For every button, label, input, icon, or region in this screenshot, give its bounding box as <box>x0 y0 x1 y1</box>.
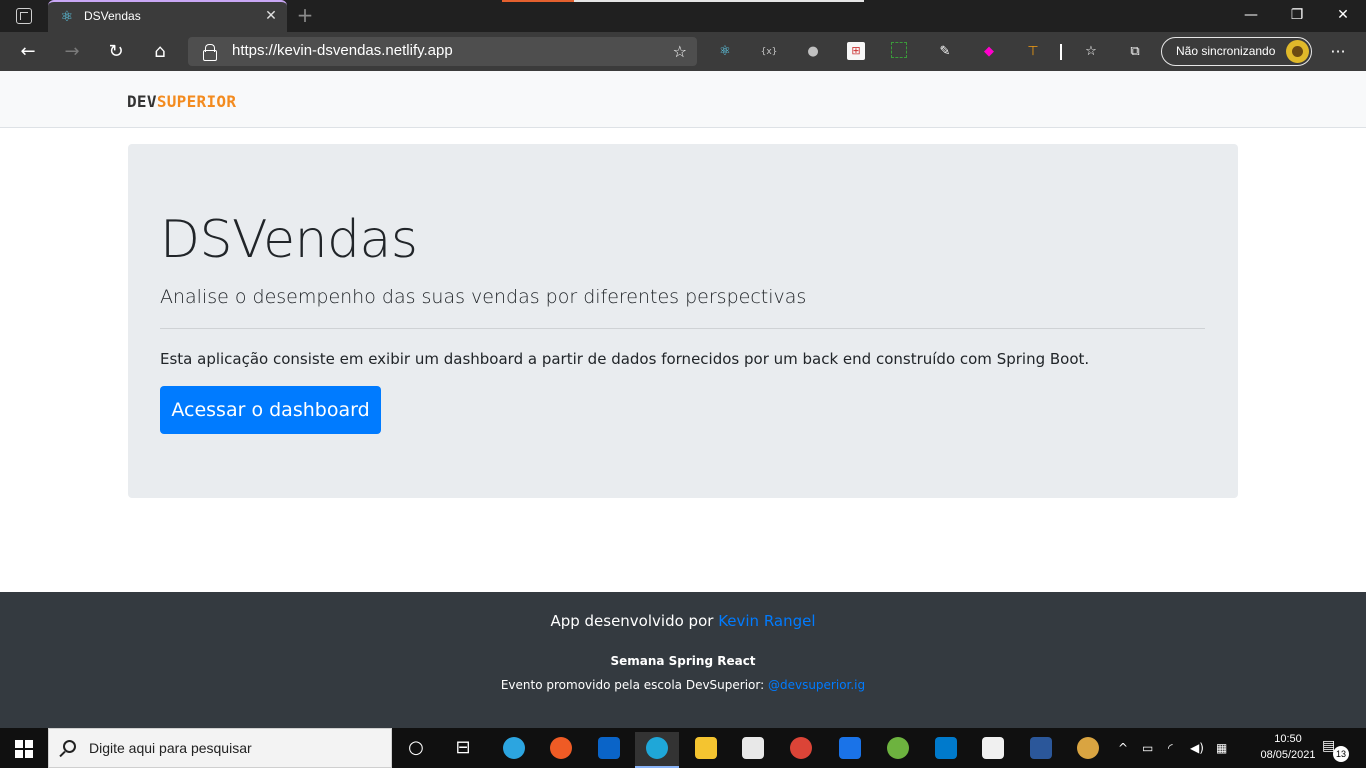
url-text[interactable]: https://kevin-dsvendas.netlify.app <box>232 42 453 59</box>
volume-icon[interactable]: ◀) <box>1190 728 1204 768</box>
color-picker-icon[interactable]: ◆ <box>979 42 999 62</box>
taskbar-search-input[interactable]: Digite aqui para pesquisar <box>48 728 392 768</box>
wifi-icon[interactable]: ◜ <box>1168 728 1173 768</box>
tab-actions-icon[interactable] <box>16 8 32 24</box>
page-lead: Analise o desempenho das suas vendas por… <box>160 286 807 308</box>
site-navbar: DEVSUPERIOR <box>0 71 1366 128</box>
file-explorer-icon[interactable] <box>684 732 728 768</box>
browser-title-bar: ⚛ DSVendas ✕ + — ❐ ✕ <box>0 0 1366 32</box>
word-icon[interactable] <box>1019 732 1063 768</box>
toolbar-separator <box>1060 44 1062 60</box>
collections-icon[interactable]: ⧉ <box>1125 42 1145 62</box>
add-favorite-icon[interactable]: ☆ <box>673 42 687 61</box>
access-dashboard-button[interactable]: Acessar o dashboard <box>160 386 381 434</box>
page-load-progress <box>502 0 864 2</box>
divider <box>160 328 1205 329</box>
org-chart-extension-icon[interactable]: ⊞ <box>847 42 865 60</box>
reload-icon[interactable]: ↻ <box>102 38 130 66</box>
profile-button[interactable]: Não sincronizando <box>1161 37 1312 66</box>
home-icon[interactable]: ⌂ <box>146 38 174 66</box>
favorites-icon[interactable]: ☆ <box>1081 42 1101 62</box>
author-link[interactable]: Kevin Rangel <box>718 612 815 630</box>
browser-toolbar: ← → ↻ ⌂ https://kevin-dsvendas.netlify.a… <box>0 32 1366 71</box>
profile-avatar <box>1286 40 1309 63</box>
browser-tab-dsvendas[interactable]: ⚛ DSVendas ✕ <box>48 0 287 32</box>
address-bar[interactable]: https://kevin-dsvendas.netlify.app ☆ <box>188 37 697 66</box>
json-viewer-icon[interactable]: {x} <box>759 42 779 62</box>
postman-icon[interactable] <box>539 732 583 768</box>
chrome-icon[interactable] <box>779 732 823 768</box>
mail-icon[interactable] <box>828 732 872 768</box>
task-view-icon[interactable]: ⊟ <box>441 732 485 768</box>
edge-icon[interactable] <box>635 732 679 768</box>
footer-event-title: Semana Spring React <box>610 654 756 668</box>
react-favicon-icon: ⚛ <box>60 9 74 25</box>
restore-icon[interactable]: ❐ <box>1274 0 1320 30</box>
footer-event-info: Evento promovido pela escola DevSuperior… <box>0 678 1366 692</box>
telegram-icon[interactable] <box>492 732 536 768</box>
logo-superior-text: SUPERIOR <box>156 92 237 111</box>
hero-jumbotron: DSVendas Analise o desempenho das suas v… <box>128 144 1238 498</box>
forward-arrow-icon[interactable]: → <box>58 38 86 66</box>
footer-credit-prefix: App desenvolvido por <box>550 612 719 630</box>
instagram-link[interactable]: @devsuperior.ig <box>768 678 865 692</box>
search-placeholder: Digite aqui para pesquisar <box>89 740 252 756</box>
pen-extension-icon[interactable]: ✎ <box>935 42 955 62</box>
vscode-icon[interactable] <box>924 732 968 768</box>
profile-sync-label: Não sincronizando <box>1176 44 1276 58</box>
back-arrow-icon[interactable]: ← <box>14 38 42 66</box>
url-host: kevin-dsvendas.netlify.app <box>277 42 453 59</box>
tool-extension-icon[interactable]: ⊤ <box>1023 42 1043 62</box>
mouse-extension-icon[interactable]: ● <box>803 42 823 62</box>
new-tab-icon[interactable]: + <box>294 5 316 27</box>
paint-icon[interactable] <box>1066 732 1110 768</box>
windows-start-icon[interactable] <box>0 728 48 768</box>
minimize-icon[interactable]: — <box>1228 0 1274 30</box>
notification-count-badge: 13 <box>1333 746 1349 762</box>
tab-close-icon[interactable]: ✕ <box>263 8 279 24</box>
spring-tool-suite-icon[interactable] <box>876 732 920 768</box>
store-icon[interactable] <box>731 732 775 768</box>
keyboard-icon[interactable]: ▦ <box>1216 728 1227 768</box>
system-clock[interactable]: 10:50 08/05/2021 <box>1258 731 1318 763</box>
lock-icon[interactable] <box>203 44 217 61</box>
more-menu-icon[interactable]: ··· <box>1326 38 1350 66</box>
screenshot-crop-icon[interactable] <box>891 42 907 58</box>
clock-date: 08/05/2021 <box>1260 749 1316 761</box>
windows-taskbar: Digite aqui para pesquisar ○ ⊟ ^ ▭ ◜ ◀) … <box>0 728 1366 768</box>
show-hidden-icons-icon[interactable]: ^ <box>1118 728 1128 768</box>
clock-time: 10:50 <box>1274 733 1302 745</box>
close-window-icon[interactable]: ✕ <box>1320 0 1366 30</box>
devsuperior-logo[interactable]: DEVSUPERIOR <box>127 92 236 111</box>
logo-dev-text: DEV <box>127 92 157 111</box>
footer-event-prefix: Evento promovido pela escola DevSuperior… <box>500 678 768 692</box>
web-page: DEVSUPERIOR DSVendas Analise o desempenh… <box>0 71 1366 728</box>
typora-icon[interactable] <box>971 732 1015 768</box>
search-icon <box>63 740 76 753</box>
react-devtools-icon[interactable]: ⚛ <box>715 42 735 62</box>
url-scheme: https:// <box>232 42 278 59</box>
site-footer: App desenvolvido por Kevin Rangel Semana… <box>0 592 1366 728</box>
page-description: Esta aplicação consiste em exibir um das… <box>160 350 1090 368</box>
battery-icon[interactable]: ▭ <box>1142 728 1153 768</box>
outlook-icon[interactable] <box>587 732 631 768</box>
cortana-icon[interactable]: ○ <box>394 732 438 768</box>
page-title: DSVendas <box>160 210 418 270</box>
tab-title: DSVendas <box>84 9 141 23</box>
footer-credit: App desenvolvido por Kevin Rangel <box>0 612 1366 630</box>
